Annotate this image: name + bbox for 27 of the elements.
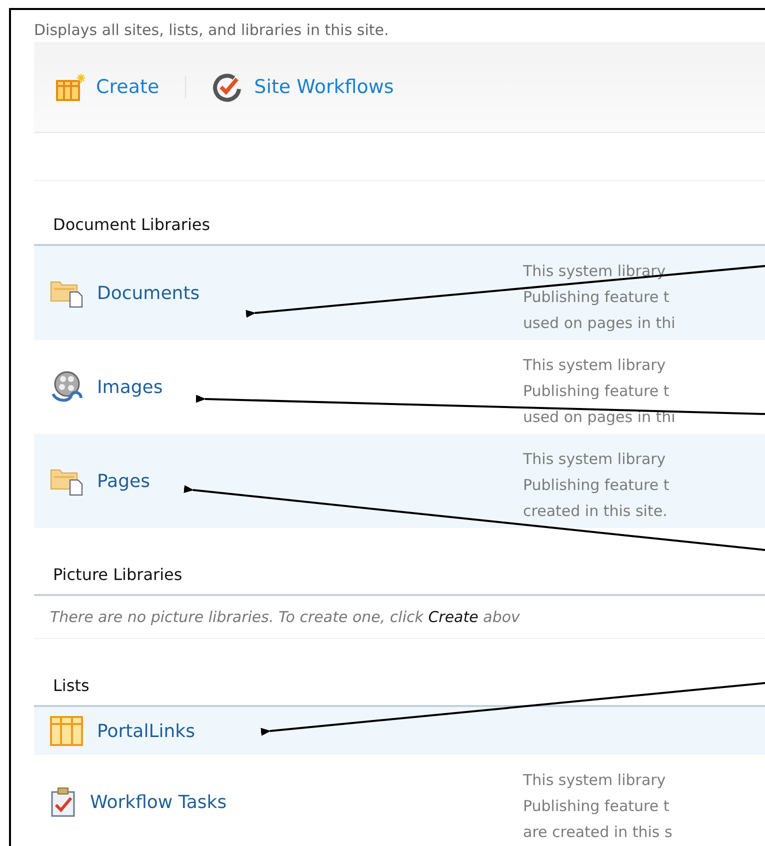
item-description: This system library: [523, 770, 666, 791]
item-description: This system library: [523, 449, 666, 470]
section-heading: Lists: [53, 676, 90, 695]
empty-message: There are no picture libraries. To create one, click Create abov: [50, 608, 520, 626]
item-description: Publishing feature t: [523, 381, 670, 402]
film-reel-icon: [50, 370, 83, 404]
item-description: created in this site.: [523, 501, 668, 522]
item-link[interactable]: PortalLinks: [97, 720, 195, 742]
toolbar-link[interactable]: Create: [56, 73, 160, 101]
item-description: Publishing feature t: [523, 796, 670, 817]
page-description: Displays all sites, lists, and libraries in this site.: [34, 20, 389, 40]
item-description: Publishing feature t: [523, 475, 670, 496]
toolbar-link[interactable]: Site Workflows: [212, 72, 394, 102]
item-description: used on pages in thi: [523, 313, 676, 334]
section-heading: Picture Libraries: [53, 565, 182, 584]
table-icon: [56, 73, 86, 101]
item-description: This system library: [523, 261, 666, 282]
table-icon: [50, 716, 83, 746]
item-description: This system library: [523, 355, 666, 376]
item-link[interactable]: Pages: [97, 470, 150, 492]
item-link[interactable]: Images: [97, 376, 163, 398]
item-description: are created in this s: [523, 822, 672, 843]
clipboard-icon: [50, 787, 76, 817]
section-heading: Document Libraries: [53, 215, 210, 234]
item-link[interactable]: Documents: [97, 282, 200, 304]
item-link[interactable]: Workflow Tasks: [90, 792, 227, 812]
item-description: Publishing feature t: [523, 287, 670, 308]
